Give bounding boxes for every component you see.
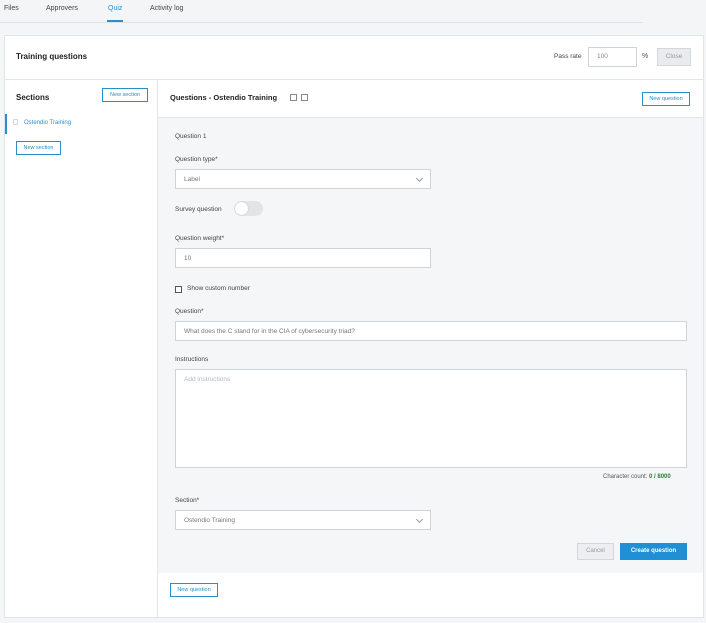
sections-panel: Sections New section Ostendio Training N… <box>5 80 158 618</box>
instructions-label: Instructions <box>175 356 209 363</box>
tab-activity-log[interactable]: Activity log <box>150 5 183 12</box>
chevron-down-icon <box>415 174 424 183</box>
character-count-label: Character count: <box>603 474 648 480</box>
training-questions-card: Training questions Pass rate 100 % Close… <box>4 35 704 618</box>
close-button[interactable]: Close <box>657 48 691 66</box>
percent-symbol: % <box>642 53 649 60</box>
tab-files[interactable]: Files <box>4 5 19 12</box>
questions-panel: Questions - Ostendio Training New questi… <box>158 80 703 618</box>
question-label: Question* <box>175 308 204 315</box>
toggle-knob <box>235 202 248 215</box>
question-type-label: Question type* <box>175 156 218 163</box>
create-question-button[interactable]: Create question <box>620 543 687 560</box>
question-weight-input[interactable]: 10 <box>175 248 431 268</box>
character-count: Character count: 0 / 8000 <box>603 474 671 480</box>
tab-quiz[interactable]: Quiz <box>108 5 122 12</box>
new-question-button[interactable]: New question <box>170 583 218 597</box>
question-weight-label: Question weight* <box>175 235 225 242</box>
show-custom-number-checkbox[interactable] <box>175 286 182 293</box>
drag-handle-icon[interactable] <box>13 119 18 125</box>
new-question-button-header[interactable]: New question <box>642 92 690 106</box>
delete-icon[interactable] <box>301 94 308 101</box>
sections-title: Sections <box>16 93 50 102</box>
cancel-button[interactable]: Cancel <box>577 543 614 560</box>
section-item-ostendio-training[interactable]: Ostendio Training <box>5 114 157 134</box>
section-item-label: Ostendio Training <box>24 120 72 126</box>
question-form: Question 1 Question type* Label Survey q… <box>158 118 703 573</box>
active-tab-indicator <box>107 20 123 22</box>
edit-icon[interactable] <box>290 94 297 101</box>
pass-rate-input[interactable]: 100 <box>588 47 637 67</box>
show-custom-number-label: Show custom number <box>187 285 250 292</box>
chevron-down-icon <box>415 515 424 524</box>
question-input[interactable]: What does the C stand for in the CIA of … <box>175 321 687 341</box>
survey-question-toggle[interactable] <box>234 201 263 216</box>
card-title: Training questions <box>16 52 88 61</box>
character-count-value: 0 / 8000 <box>649 474 671 480</box>
section-value: Ostendio Training <box>184 517 235 524</box>
questions-header: Questions - Ostendio Training New questi… <box>158 80 703 118</box>
new-section-button-header[interactable]: New section <box>102 88 148 102</box>
survey-question-label: Survey question <box>175 206 222 213</box>
instructions-textarea[interactable]: Add instructions <box>175 369 687 468</box>
questions-title: Questions - Ostendio Training <box>170 93 278 102</box>
question-type-value: Label <box>184 176 200 183</box>
pass-rate-label: Pass rate <box>554 53 582 60</box>
new-section-button[interactable]: New section <box>16 141 61 155</box>
tab-approvers[interactable]: Approvers <box>46 5 78 12</box>
question-number: Question 1 <box>175 133 207 140</box>
tab-bar: Files Approvers Quiz Activity log <box>0 0 643 23</box>
question-type-select[interactable]: Label <box>175 169 431 189</box>
section-select[interactable]: Ostendio Training <box>175 510 431 530</box>
section-label: Section* <box>175 497 200 504</box>
